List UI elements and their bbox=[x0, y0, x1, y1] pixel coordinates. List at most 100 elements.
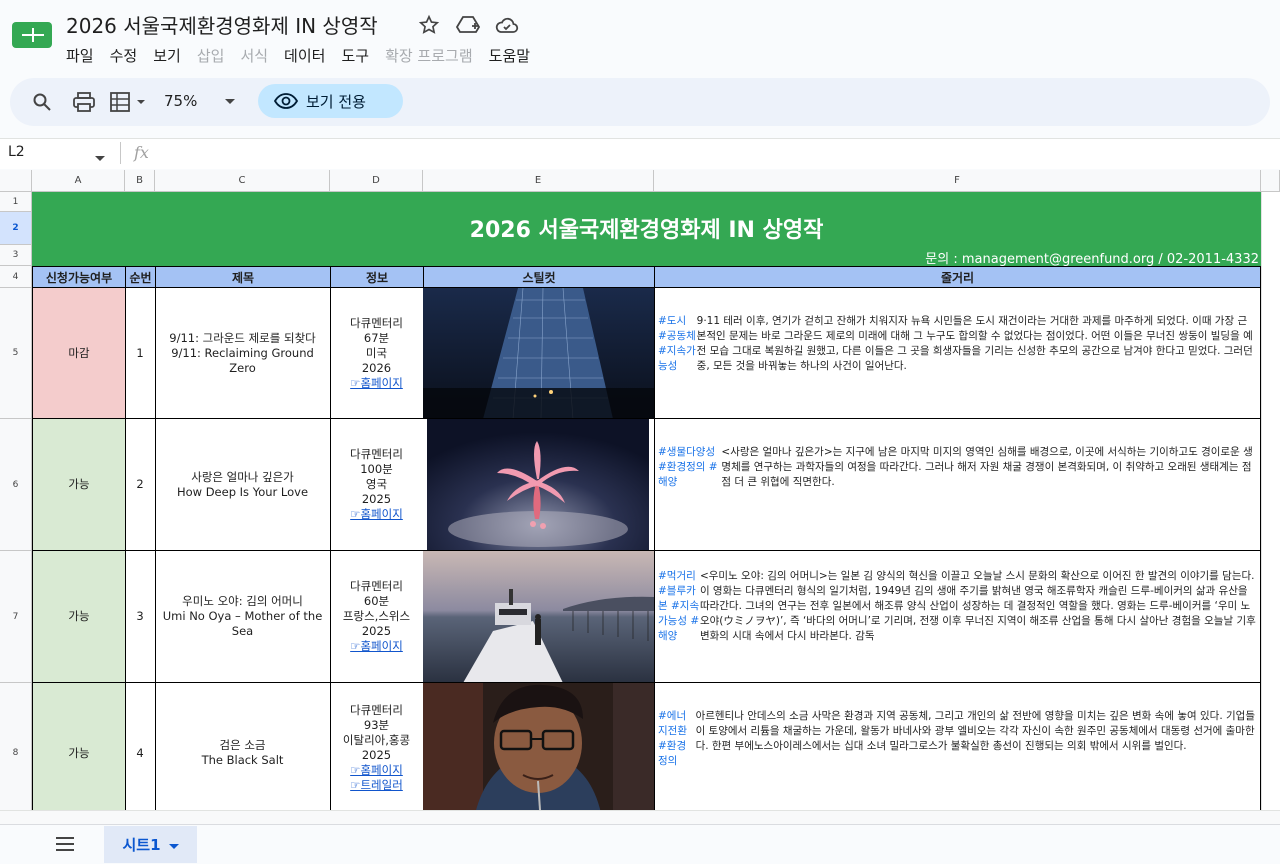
info-cell[interactable]: 다큐멘터리 93분 이탈리아,홍콩 2025 ☞홈페이지 ☞트레일러 bbox=[330, 683, 424, 824]
row-header-4[interactable]: 4 bbox=[0, 266, 32, 288]
move-to-drive-icon[interactable] bbox=[455, 12, 481, 38]
title-korean: 사랑은 얼마나 깊은가 bbox=[191, 469, 294, 484]
info-genre: 다큐멘터리 bbox=[350, 447, 403, 461]
header-status[interactable]: 신청가능여부 bbox=[32, 266, 126, 288]
header-info[interactable]: 정보 bbox=[330, 266, 424, 288]
column-header-c[interactable]: C bbox=[155, 170, 330, 192]
menu-edit[interactable]: 수정 bbox=[102, 44, 146, 68]
still-image bbox=[423, 419, 655, 551]
fx-icon: fx bbox=[134, 143, 149, 162]
info-cell[interactable]: 다큐멘터리 60분 프랑스,스위스 2025 ☞홈페이지 bbox=[330, 551, 424, 683]
row-header-8[interactable]: 8 bbox=[0, 683, 32, 824]
menu-file[interactable]: 파일 bbox=[58, 44, 102, 68]
title-cell[interactable]: 검은 소금 The Black Salt bbox=[155, 683, 331, 824]
homepage-link[interactable]: ☞홈페이지 bbox=[350, 507, 403, 522]
all-sheets-menu-icon[interactable] bbox=[54, 836, 76, 856]
gridline bbox=[1261, 192, 1262, 824]
info-cell[interactable]: 다큐멘터리 67분 미국 2026 ☞홈페이지 bbox=[330, 288, 424, 419]
row-header-5[interactable]: 5 bbox=[0, 288, 32, 419]
star-icon[interactable] bbox=[416, 12, 442, 38]
title-english: Umi No Oya – Mother of the Sea bbox=[162, 609, 323, 638]
menu-data[interactable]: 데이터 bbox=[276, 44, 333, 68]
row-header-6[interactable]: 6 bbox=[0, 419, 32, 551]
sheets-logo-icon[interactable] bbox=[12, 18, 52, 52]
menu-help[interactable]: 도움말 bbox=[481, 44, 538, 68]
toolbar bbox=[10, 78, 1270, 126]
title-cell[interactable]: 사랑은 얼마나 깊은가 How Deep Is Your Love bbox=[155, 419, 331, 551]
synopsis-text: 아르헨티나 안데스의 소금 사막은 환경과 지역 공동체, 그리고 개인의 삶 … bbox=[695, 710, 1255, 752]
status-cell[interactable]: 가능 bbox=[32, 419, 126, 551]
formula-bar bbox=[0, 138, 1280, 169]
info-country: 영국 bbox=[365, 477, 388, 491]
formula-divider bbox=[120, 142, 121, 164]
order-cell[interactable]: 2 bbox=[125, 419, 156, 551]
order-cell[interactable]: 4 bbox=[125, 683, 156, 824]
eye-icon bbox=[274, 93, 298, 109]
info-year: 2025 bbox=[361, 624, 392, 638]
name-box[interactable]: L2 bbox=[8, 144, 25, 160]
horizontal-scrollbar[interactable] bbox=[0, 810, 1280, 825]
order-cell[interactable]: 3 bbox=[125, 551, 156, 683]
homepage-link[interactable]: ☞홈페이지 bbox=[350, 763, 403, 778]
menu-extensions: 확장 프로그램 bbox=[385, 47, 473, 65]
header-synopsis[interactable]: 줄거리 bbox=[654, 266, 1261, 288]
menu-format: 서식 bbox=[240, 47, 269, 65]
still-image bbox=[423, 288, 655, 419]
document-title[interactable]: 2026 서울국제환경영화제 IN 상영작 bbox=[66, 10, 378, 39]
status-cell[interactable]: 가능 bbox=[32, 683, 126, 824]
title-banner[interactable]: 2026 서울국제환경영화제 IN 상영작 문의 : management@gr… bbox=[32, 192, 1261, 267]
title-cell[interactable]: 우미노 오야: 김의 어머니 Umi No Oya – Mother of th… bbox=[155, 551, 331, 683]
select-all-corner[interactable] bbox=[0, 170, 32, 192]
info-cell[interactable]: 다큐멘터리 100분 영국 2025 ☞홈페이지 bbox=[330, 419, 424, 551]
cloud-status-icon[interactable] bbox=[494, 12, 520, 38]
zoom-select[interactable]: 75% bbox=[164, 92, 197, 110]
homepage-link[interactable]: ☞홈페이지 bbox=[350, 376, 403, 391]
column-header-b[interactable]: B bbox=[125, 170, 155, 192]
row-header-7[interactable]: 7 bbox=[0, 551, 32, 683]
synopsis-text: <사랑은 얼마나 깊은가>는 지구에 남은 마지막 미지의 영역인 심해를 배경… bbox=[721, 446, 1253, 488]
synopsis-cell[interactable]: #생물다양성 #환경정의 #해양 <사랑은 얼마나 깊은가>는 지구에 남은 마… bbox=[654, 419, 1261, 551]
info-runtime: 100분 bbox=[360, 462, 393, 476]
menu-tools[interactable]: 도구 bbox=[333, 44, 377, 68]
chevron-down-icon[interactable] bbox=[168, 835, 179, 854]
column-header-g[interactable] bbox=[1261, 170, 1280, 192]
synopsis-cell[interactable]: #먹거리 #블루카본 #지속가능성 #해양 <우미노 오야: 김의 어머니>는 … bbox=[654, 551, 1261, 683]
select-format-icon[interactable] bbox=[108, 90, 150, 114]
sheet-tab-1[interactable]: 시트1 bbox=[104, 826, 197, 863]
header-title[interactable]: 제목 bbox=[155, 266, 331, 288]
print-icon[interactable] bbox=[72, 90, 96, 114]
menu-insert: 삽입 bbox=[196, 47, 225, 65]
status-cell[interactable]: 마감 bbox=[32, 288, 126, 419]
synopsis-cell[interactable]: #도시 #공동체 #지속가능성 9·11 테러 이후, 연기가 걷히고 잔해가 … bbox=[654, 288, 1261, 419]
search-icon[interactable] bbox=[30, 90, 54, 114]
header-order[interactable]: 순번 bbox=[125, 266, 156, 288]
status-cell[interactable]: 가능 bbox=[32, 551, 126, 683]
order-cell[interactable]: 1 bbox=[125, 288, 156, 419]
title-cell[interactable]: 9/11: 그라운드 제로를 되찾다 9/11: Reclaiming Grou… bbox=[155, 288, 331, 419]
row-header-2[interactable]: 2 bbox=[0, 212, 32, 245]
chevron-down-icon[interactable] bbox=[222, 90, 238, 114]
row-header-3[interactable]: 3 bbox=[0, 245, 32, 266]
title-korean: 검은 소금 bbox=[219, 738, 266, 752]
menu-view[interactable]: 보기 bbox=[145, 44, 189, 68]
synopsis-text: <우미노 오야: 김의 어머니>는 일본 김 양식의 혁신을 이끌고 오늘날 스… bbox=[699, 570, 1256, 642]
trailer-link[interactable]: ☞트레일러 bbox=[350, 778, 403, 793]
synopsis-cell[interactable]: #에너지전환 #환경정의 아르헨티나 안데스의 소금 사막은 환경과 지역 공동… bbox=[654, 683, 1261, 824]
synopsis-tags: #도시 #공동체 #지속가능성 bbox=[658, 315, 696, 372]
still-image bbox=[423, 551, 655, 683]
view-only-button[interactable]: 보기 전용 bbox=[258, 84, 403, 118]
header-still[interactable]: 스틸컷 bbox=[423, 266, 655, 288]
info-runtime: 93분 bbox=[363, 718, 390, 732]
column-header-a[interactable]: A bbox=[32, 170, 125, 192]
spreadsheet-grid[interactable]: A B C D E F 1 2 3 4 5 6 7 8 2026 서울국제환경영… bbox=[0, 170, 1280, 824]
name-box-chevron-icon[interactable] bbox=[95, 147, 105, 166]
banner-contact: 문의 : management@greenfund.org / 02-2011-… bbox=[925, 252, 1259, 267]
column-header-d[interactable]: D bbox=[330, 170, 423, 192]
synopsis-text: 9·11 테러 이후, 연기가 걷히고 잔해가 치워지자 뉴욕 시민들은 도시 … bbox=[696, 315, 1253, 372]
row-header-1[interactable]: 1 bbox=[0, 192, 32, 212]
homepage-link[interactable]: ☞홈페이지 bbox=[350, 639, 403, 654]
info-genre: 다큐멘터리 bbox=[350, 579, 403, 593]
info-country: 미국 bbox=[365, 345, 388, 360]
column-header-e[interactable]: E bbox=[423, 170, 654, 192]
column-header-f[interactable]: F bbox=[654, 170, 1261, 192]
